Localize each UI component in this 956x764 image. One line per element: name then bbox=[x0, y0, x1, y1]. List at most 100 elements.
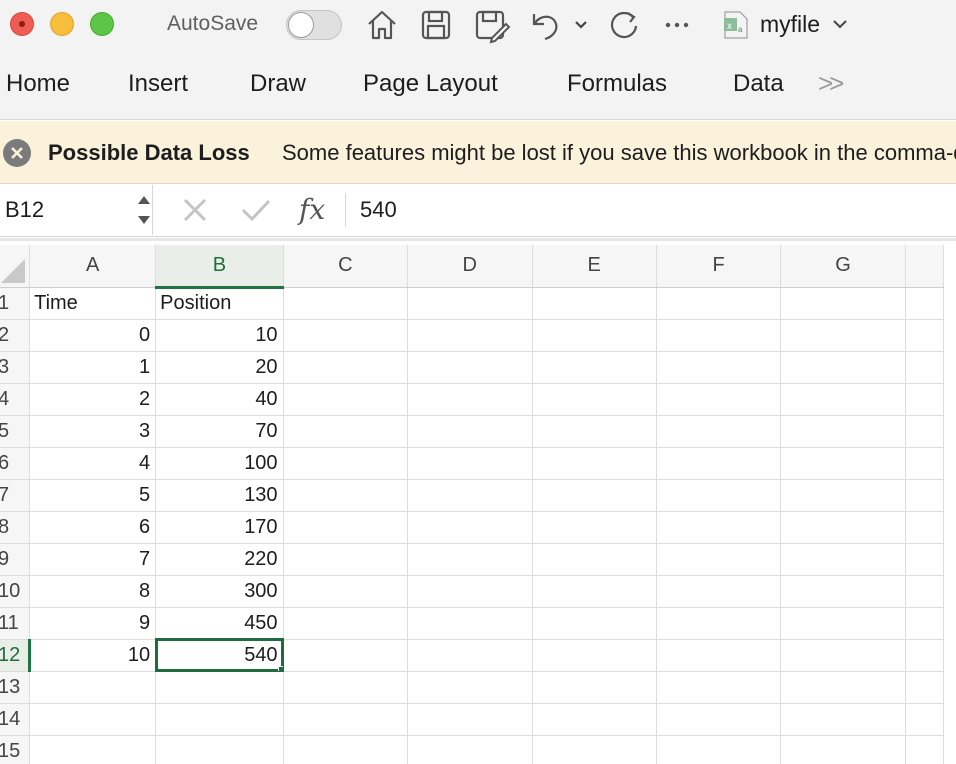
cell-a12[interactable]: 10 bbox=[29, 639, 157, 672]
cell-e5[interactable] bbox=[532, 415, 657, 448]
name-box-stepper-icon[interactable] bbox=[137, 191, 151, 229]
cell-a6[interactable]: 4 bbox=[29, 447, 157, 480]
cell-g14[interactable] bbox=[780, 703, 906, 736]
column-header-b[interactable]: B bbox=[155, 245, 284, 289]
cell-c8[interactable] bbox=[283, 511, 409, 544]
cell-d5[interactable] bbox=[407, 415, 533, 448]
cell-e1[interactable] bbox=[532, 287, 657, 320]
cell-f8[interactable] bbox=[656, 511, 782, 544]
insert-function-button[interactable]: fx bbox=[299, 193, 325, 226]
cell-f5[interactable] bbox=[656, 415, 782, 448]
row-header[interactable]: 12 bbox=[0, 639, 32, 672]
column-header-g[interactable]: G bbox=[780, 245, 906, 288]
cell-f6[interactable] bbox=[656, 447, 782, 480]
save-icon[interactable] bbox=[418, 6, 454, 44]
close-window-button[interactable] bbox=[10, 12, 34, 36]
cell-f4[interactable] bbox=[656, 383, 782, 416]
cell-f15[interactable] bbox=[656, 735, 782, 764]
cell-h2[interactable] bbox=[905, 319, 945, 352]
row-header[interactable]: 9 bbox=[0, 543, 31, 576]
name-box[interactable]: B12 bbox=[0, 185, 153, 235]
file-name[interactable]: myfile bbox=[760, 11, 820, 38]
cell-e2[interactable] bbox=[532, 319, 657, 352]
cell-a14[interactable] bbox=[29, 703, 157, 736]
cell-c10[interactable] bbox=[283, 575, 409, 608]
cell-b11[interactable]: 450 bbox=[155, 607, 284, 640]
chevron-down-icon[interactable] bbox=[832, 16, 848, 37]
cell-e4[interactable] bbox=[532, 383, 657, 416]
cell-g7[interactable] bbox=[780, 479, 906, 512]
cell-d4[interactable] bbox=[407, 383, 533, 416]
cell-c12[interactable] bbox=[283, 639, 409, 672]
cell-g13[interactable] bbox=[780, 671, 906, 704]
cell-d15[interactable] bbox=[407, 735, 533, 764]
cell-b7[interactable]: 130 bbox=[155, 479, 284, 512]
column-header-a[interactable]: A bbox=[29, 245, 157, 288]
cell-g3[interactable] bbox=[780, 351, 906, 384]
formula-input[interactable]: 540 bbox=[360, 197, 397, 223]
more-icon[interactable] bbox=[662, 6, 692, 44]
row-header[interactable]: 14 bbox=[0, 703, 31, 736]
row-header[interactable]: 11 bbox=[0, 607, 31, 640]
dismiss-warning-icon[interactable] bbox=[3, 139, 31, 167]
autosave-toggle[interactable] bbox=[286, 10, 342, 40]
cell-c6[interactable] bbox=[283, 447, 409, 480]
column-header-e[interactable]: E bbox=[532, 245, 657, 288]
cell-c13[interactable] bbox=[283, 671, 409, 704]
row-header[interactable]: 15 bbox=[0, 735, 31, 764]
cell-f14[interactable] bbox=[656, 703, 782, 736]
cell-a10[interactable]: 8 bbox=[29, 575, 157, 608]
home-icon[interactable] bbox=[364, 6, 400, 44]
column-header-c[interactable]: C bbox=[283, 245, 409, 288]
cell-f10[interactable] bbox=[656, 575, 782, 608]
cell-d7[interactable] bbox=[407, 479, 533, 512]
cell-c1[interactable] bbox=[283, 287, 409, 320]
cell-b1[interactable]: Position bbox=[155, 287, 284, 320]
cell-a1[interactable]: Time bbox=[29, 287, 157, 320]
undo-dropdown-chevron-icon[interactable] bbox=[574, 6, 588, 44]
cell-c14[interactable] bbox=[283, 703, 409, 736]
cell-f13[interactable] bbox=[656, 671, 782, 704]
cell-g10[interactable] bbox=[780, 575, 906, 608]
row-header[interactable]: 3 bbox=[0, 351, 31, 384]
cell-a3[interactable]: 1 bbox=[29, 351, 157, 384]
save-as-icon[interactable] bbox=[472, 6, 512, 44]
cell-c5[interactable] bbox=[283, 415, 409, 448]
cell-e15[interactable] bbox=[532, 735, 657, 764]
cell-d3[interactable] bbox=[407, 351, 533, 384]
cell-d12[interactable] bbox=[407, 639, 533, 672]
cell-b13[interactable] bbox=[155, 671, 284, 704]
cell-e14[interactable] bbox=[532, 703, 657, 736]
cell-e11[interactable] bbox=[532, 607, 657, 640]
fill-handle[interactable] bbox=[277, 665, 283, 670]
cell-c9[interactable] bbox=[283, 543, 409, 576]
cell-b12[interactable]: 540 bbox=[154, 638, 285, 672]
cell-d11[interactable] bbox=[407, 607, 533, 640]
cell-h9[interactable] bbox=[905, 543, 945, 576]
cell-c7[interactable] bbox=[283, 479, 409, 512]
cell-h10[interactable] bbox=[905, 575, 945, 608]
cell-f1[interactable] bbox=[656, 287, 782, 320]
row-header[interactable]: 6 bbox=[0, 447, 31, 480]
cell-e13[interactable] bbox=[532, 671, 657, 704]
cell-e10[interactable] bbox=[532, 575, 657, 608]
cell-a11[interactable]: 9 bbox=[29, 607, 157, 640]
cell-a8[interactable]: 6 bbox=[29, 511, 157, 544]
cell-d6[interactable] bbox=[407, 447, 533, 480]
column-header-d[interactable]: D bbox=[407, 245, 533, 288]
row-header[interactable]: 7 bbox=[0, 479, 31, 512]
cell-d9[interactable] bbox=[407, 543, 533, 576]
cell-f12[interactable] bbox=[656, 639, 782, 672]
cell-e7[interactable] bbox=[532, 479, 657, 512]
cell-g11[interactable] bbox=[780, 607, 906, 640]
cell-g8[interactable] bbox=[780, 511, 906, 544]
cell-g15[interactable] bbox=[780, 735, 906, 764]
column-header-h[interactable] bbox=[905, 245, 945, 288]
cell-h15[interactable] bbox=[905, 735, 945, 764]
cell-b6[interactable]: 100 bbox=[155, 447, 284, 480]
undo-icon[interactable] bbox=[528, 6, 562, 44]
cell-g5[interactable] bbox=[780, 415, 906, 448]
cell-e9[interactable] bbox=[532, 543, 657, 576]
cell-h3[interactable] bbox=[905, 351, 945, 384]
tab-home[interactable]: Home bbox=[6, 70, 70, 98]
